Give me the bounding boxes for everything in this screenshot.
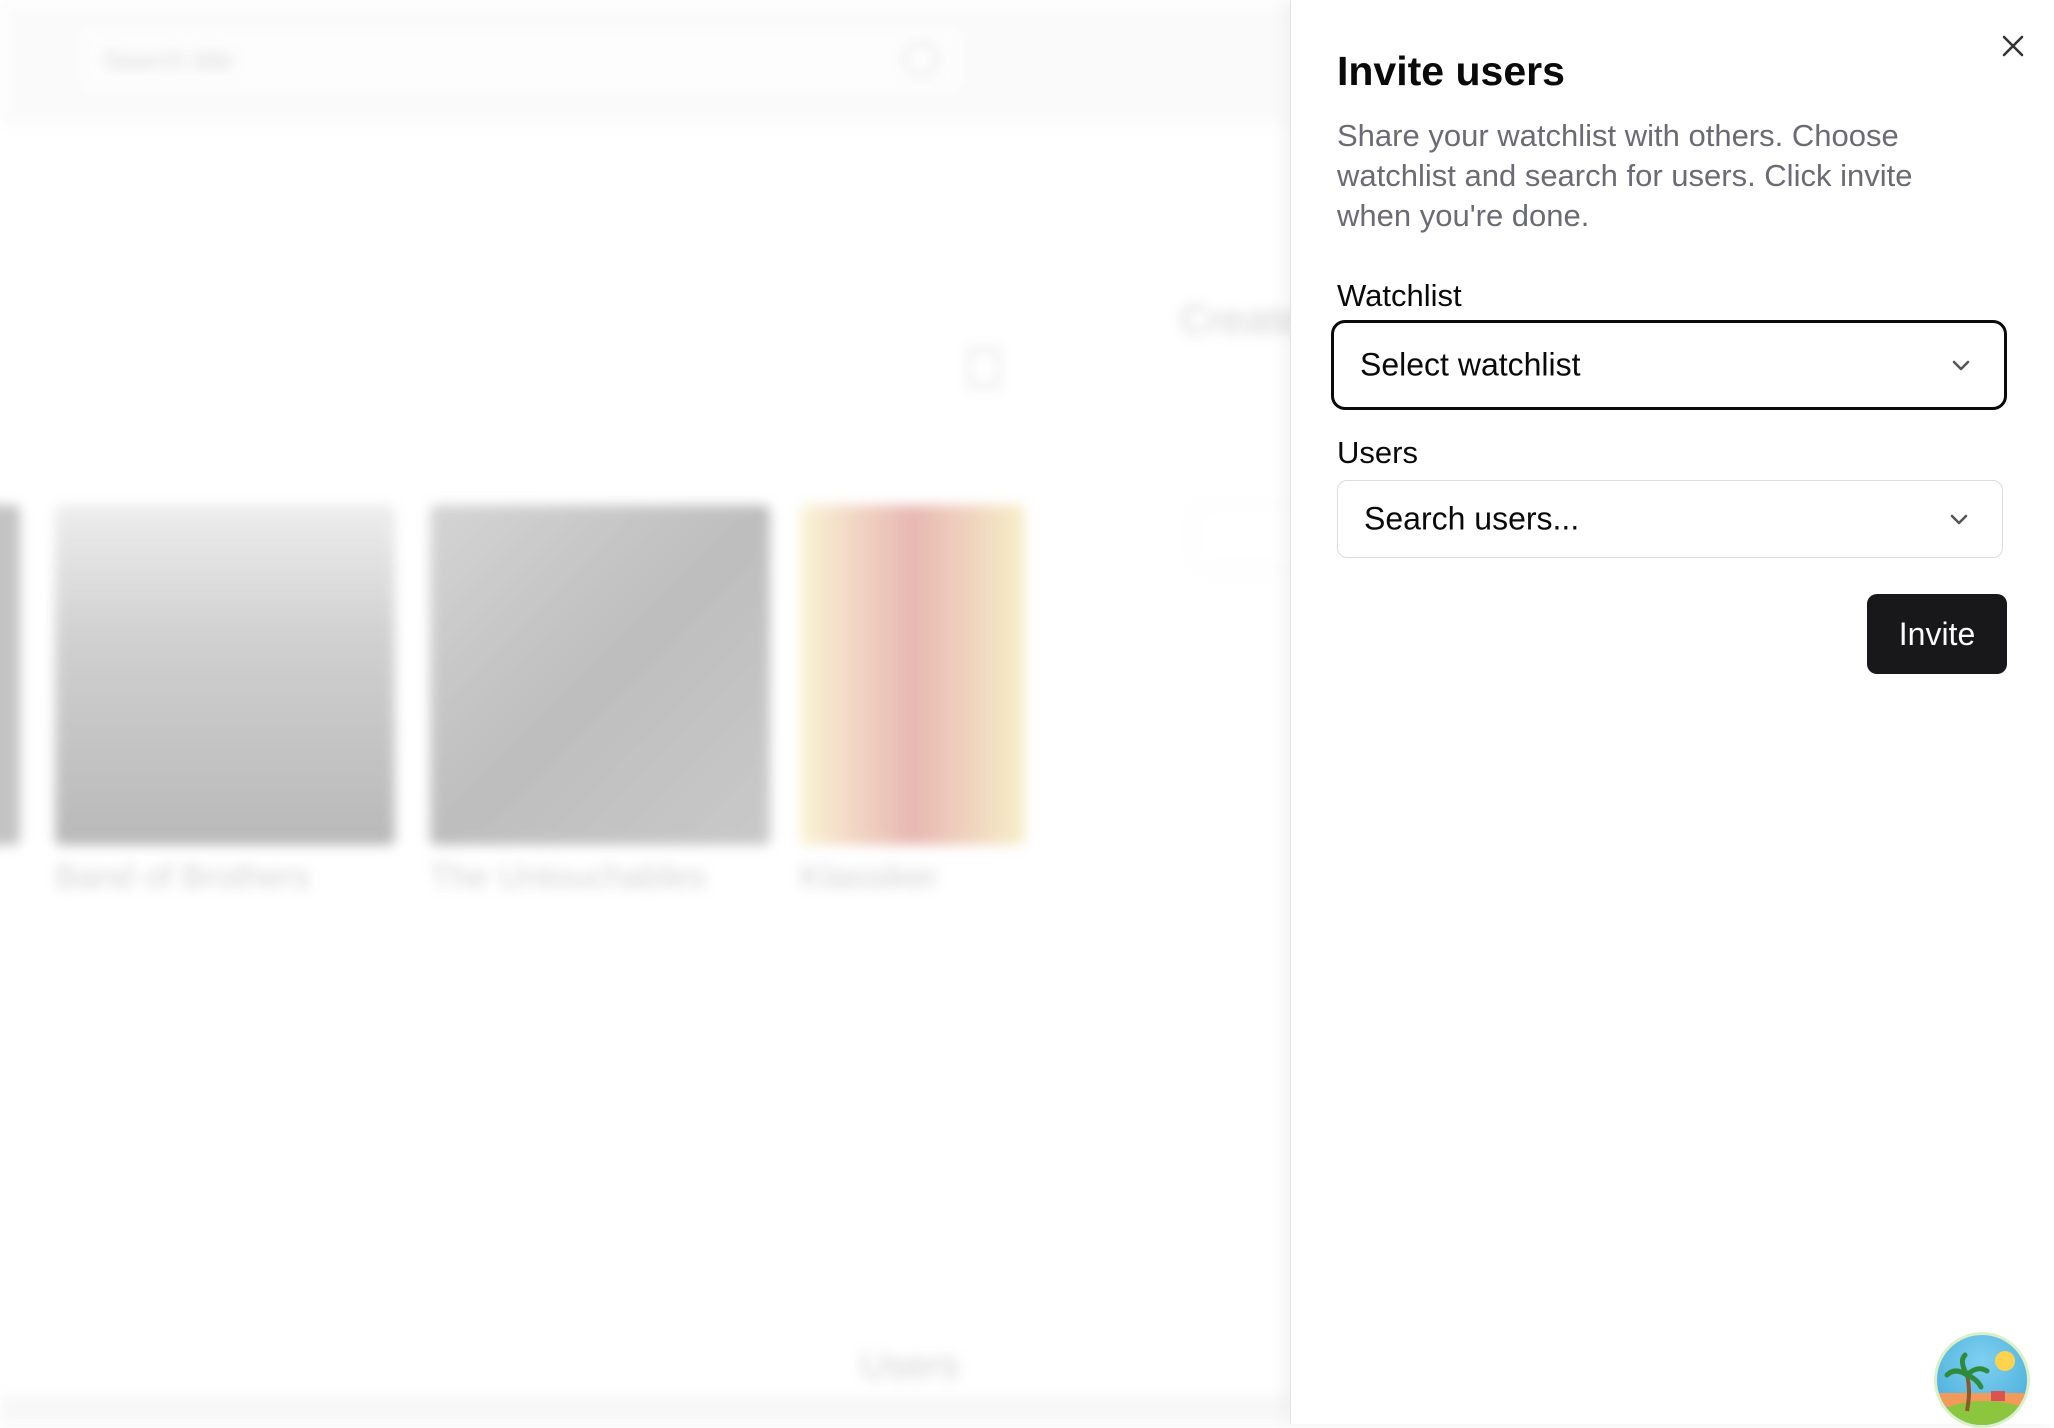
avatar[interactable] [1934,1332,2030,1428]
invite-button[interactable]: Invite [1867,594,2007,674]
chevron-down-icon [1952,360,1970,371]
users-search-select[interactable]: Search users... [1337,480,2003,558]
watchlist-select[interactable]: Select watchlist [1331,320,2007,410]
users-search-placeholder: Search users... [1364,500,1580,537]
modal-overlay[interactable] [0,0,1290,1424]
chevron-down-icon [1950,514,1968,525]
invite-users-sheet: Invite users Share your watchlist with o… [1290,0,2054,1424]
close-button[interactable] [1997,30,2029,62]
users-label: Users [1337,435,1418,470]
sheet-description: Share your watchlist with others. Choose… [1337,118,1913,233]
watchlist-select-value: Select watchlist [1360,346,1581,383]
close-icon [2002,35,2024,57]
watchlist-label: Watchlist [1337,278,1462,313]
sheet-title: Invite users [1337,48,1565,94]
